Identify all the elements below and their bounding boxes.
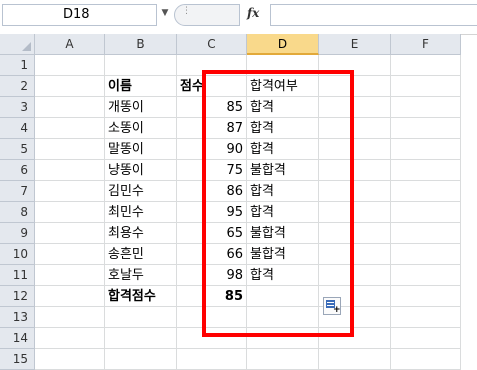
row-header-6[interactable]: 6 (0, 160, 35, 181)
row-header-4[interactable]: 4 (0, 118, 35, 139)
row-header-5[interactable]: 5 (0, 139, 35, 160)
paste-options-icon-plus: + (333, 305, 341, 315)
gridline-column (460, 55, 461, 370)
cell-b4[interactable]: 소똥이 (105, 118, 180, 139)
cell-b9[interactable]: 최용수 (105, 223, 180, 244)
column-header-f[interactable]: F (391, 34, 461, 55)
row-header-10[interactable]: 10 (0, 244, 35, 265)
select-all-corner[interactable] (0, 34, 35, 55)
formula-input[interactable] (270, 4, 477, 26)
formula-bar-grip-icon[interactable]: ⋮ (182, 6, 191, 16)
cell-b3[interactable]: 개똥이 (105, 97, 180, 118)
name-box-dropdown-icon[interactable]: ▼ (160, 8, 170, 18)
cell-b12[interactable]: 합격점수 (105, 286, 180, 307)
name-box[interactable]: D18 (2, 4, 157, 26)
gridline-row (35, 348, 461, 349)
column-header-b[interactable]: B (105, 34, 177, 55)
row-header-15[interactable]: 15 (0, 349, 35, 370)
row-header-11[interactable]: 11 (0, 265, 35, 286)
row-header-13[interactable]: 13 (0, 307, 35, 328)
cell-b7[interactable]: 김민수 (105, 181, 180, 202)
cell-b2[interactable]: 이름 (105, 76, 180, 97)
column-header-e[interactable]: E (319, 34, 391, 55)
column-header-a[interactable]: A (35, 34, 105, 55)
row-header-9[interactable]: 9 (0, 223, 35, 244)
fx-icon[interactable]: fx (247, 6, 259, 20)
row-header-14[interactable]: 14 (0, 328, 35, 349)
cell-b6[interactable]: 냥똥이 (105, 160, 180, 181)
row-header-3[interactable]: 3 (0, 97, 35, 118)
column-header-d[interactable]: D (247, 34, 319, 55)
row-header-2[interactable]: 2 (0, 76, 35, 97)
cell-b11[interactable]: 호날두 (105, 265, 180, 286)
paste-options-icon-line-1 (327, 302, 334, 303)
cell-b5[interactable]: 말똥이 (105, 139, 180, 160)
select-all-corner-icon (22, 42, 31, 51)
paste-options-icon[interactable]: + (323, 297, 341, 315)
column-header-c[interactable]: C (177, 34, 247, 55)
cell-b8[interactable]: 최민수 (105, 202, 180, 223)
row-header-12[interactable]: 12 (0, 286, 35, 307)
row-header-7[interactable]: 7 (0, 181, 35, 202)
formula-bar: D18 ▼ ⋮ fx (0, 0, 477, 35)
cell-b10[interactable]: 송흔민 (105, 244, 180, 265)
row-header-8[interactable]: 8 (0, 202, 35, 223)
row-header-1[interactable]: 1 (0, 55, 35, 76)
gridline-column (390, 55, 391, 370)
